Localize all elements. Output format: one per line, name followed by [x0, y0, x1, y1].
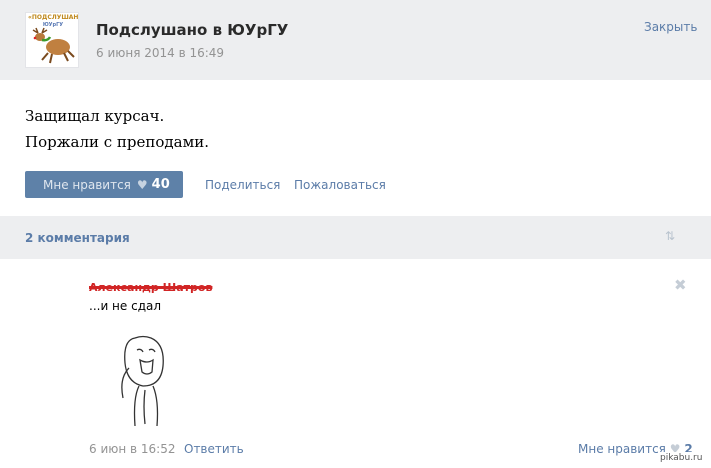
comment-attachment-image[interactable]: [95, 328, 185, 428]
close-button[interactable]: Закрыть: [644, 20, 697, 34]
post-date[interactable]: 6 июня 2014 в 16:49: [96, 46, 224, 60]
comment-like-label: Мне нравится: [578, 442, 666, 456]
comments-count-link[interactable]: 2 комментария: [25, 231, 130, 245]
deer-logo-icon: [32, 27, 75, 64]
sort-arrows-icon[interactable]: ⇅: [665, 229, 675, 243]
avatar-caption-top: «ПОДСЛУШАНО»: [28, 14, 79, 21]
watermark: pikabu.ru: [658, 452, 705, 464]
share-link[interactable]: Поделиться: [205, 178, 280, 192]
report-link[interactable]: Пожаловаться: [294, 178, 386, 192]
heart-icon: ♥: [136, 177, 148, 192]
close-icon[interactable]: ✖: [674, 276, 687, 294]
comment-date[interactable]: 6 июн в 16:52: [89, 442, 175, 456]
post-line: Защищал курсач.: [25, 107, 165, 125]
group-name-link[interactable]: Подслушано в ЮУрГУ: [96, 21, 288, 39]
post-body: Защищал курсач. Поржали с преподами.: [25, 103, 209, 155]
like-count: 40: [151, 177, 170, 192]
post-header: «ПОДСЛУШАНО» ЮУрГУ Подслушано в ЮУрГУ 6 …: [0, 0, 711, 80]
post-line: Поржали с преподами.: [25, 133, 210, 151]
reply-link[interactable]: Ответить: [184, 442, 244, 456]
group-avatar[interactable]: «ПОДСЛУШАНО» ЮУрГУ: [25, 12, 79, 68]
comments-header: 2 комментария ⇅: [0, 216, 711, 259]
comment-author-link[interactable]: Александр Шатров: [89, 281, 212, 294]
comment-text: ...и не сдал: [89, 299, 162, 313]
like-button-label: Мне нравится: [43, 177, 131, 192]
like-button[interactable]: Мне нравится ♥ 40: [25, 171, 183, 198]
